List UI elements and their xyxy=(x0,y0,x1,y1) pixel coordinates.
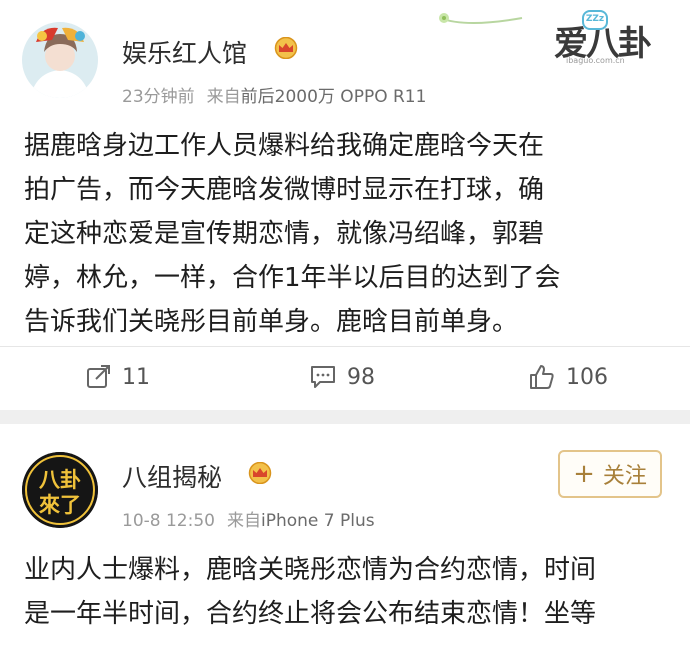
repost-count: 11 xyxy=(122,364,150,390)
source-prefix: 来自 xyxy=(226,511,261,531)
vip-crown-icon xyxy=(248,462,272,484)
post-meta-1: 23分钟前 来自前后2000万 OPPO R11 xyxy=(122,82,426,107)
site-logo: 爱八卦 ZZz ibaguo.com.cn xyxy=(548,10,678,65)
post-body-1: 据鹿晗身边工作人员爆料给我确定鹿晗今天在 拍广告，而今天鹿晗发微博时显示在打球，… xyxy=(24,124,674,344)
post-line: 定这种恋爱是宣传期恋情，就像冯绍峰，郭碧 xyxy=(24,219,545,249)
like-button[interactable]: 106 xyxy=(528,360,608,394)
repost-button[interactable]: 11 xyxy=(86,360,150,394)
author-avatar-2[interactable]: 八卦 來了 xyxy=(22,452,98,528)
like-count: 106 xyxy=(566,364,608,390)
post-line: 业内人士爆料，鹿晗关晓彤恋情为合约恋情，时间 xyxy=(24,555,597,585)
post-time: 10-8 12:50 xyxy=(122,511,215,531)
vip-crown-icon xyxy=(274,37,298,59)
author-avatar-1[interactable] xyxy=(22,22,98,98)
post-line: 拍广告，而今天鹿晗发微博时显示在打球，确 xyxy=(24,175,545,205)
post-line: 告诉我们关晓彤目前单身。鹿晗目前单身。 xyxy=(24,307,519,337)
avatar-text-bottom: 來了 xyxy=(39,493,81,517)
comment-button[interactable]: 98 xyxy=(309,360,375,394)
post-source[interactable]: 前后2000万 OPPO R11 xyxy=(241,87,427,107)
follow-label: 关注 xyxy=(602,464,647,489)
post-time: 23分钟前 xyxy=(122,87,195,107)
repost-icon xyxy=(87,365,110,388)
post-body-2: 业内人士爆料，鹿晗关晓彤恋情为合约恋情，时间 是一年半时间，合约终止将会公布结束… xyxy=(24,548,674,636)
post-source[interactable]: iPhone 7 Plus xyxy=(261,511,375,531)
author-name-2[interactable]: 八组揭秘 xyxy=(122,458,222,494)
comment-icon xyxy=(311,366,335,388)
sleep-icon: ZZz xyxy=(582,10,608,30)
avatar-text-top: 八卦 xyxy=(39,468,81,492)
plus-icon: + xyxy=(573,459,595,489)
post-line: 据鹿晗身边工作人员爆料给我确定鹿晗今天在 xyxy=(24,131,545,161)
comment-count: 98 xyxy=(347,364,375,390)
logo-url: ibaguo.com.cn xyxy=(566,56,625,65)
author-name-1[interactable]: 娱乐红人馆 xyxy=(122,34,247,70)
decoration-icon xyxy=(439,13,523,24)
source-prefix: 来自 xyxy=(206,87,241,107)
post-line: 婷，林允，一样，合作1年半以后目的达到了会 xyxy=(24,263,561,293)
like-icon xyxy=(530,365,554,389)
post-meta-2: 10-8 12:50 来自iPhone 7 Plus xyxy=(122,506,375,531)
actions-divider xyxy=(0,346,690,347)
post-line: 是一年半时间，合约终止将会公布结束恋情！坐等 xyxy=(24,599,597,629)
follow-button[interactable]: + 关注 xyxy=(558,450,662,498)
